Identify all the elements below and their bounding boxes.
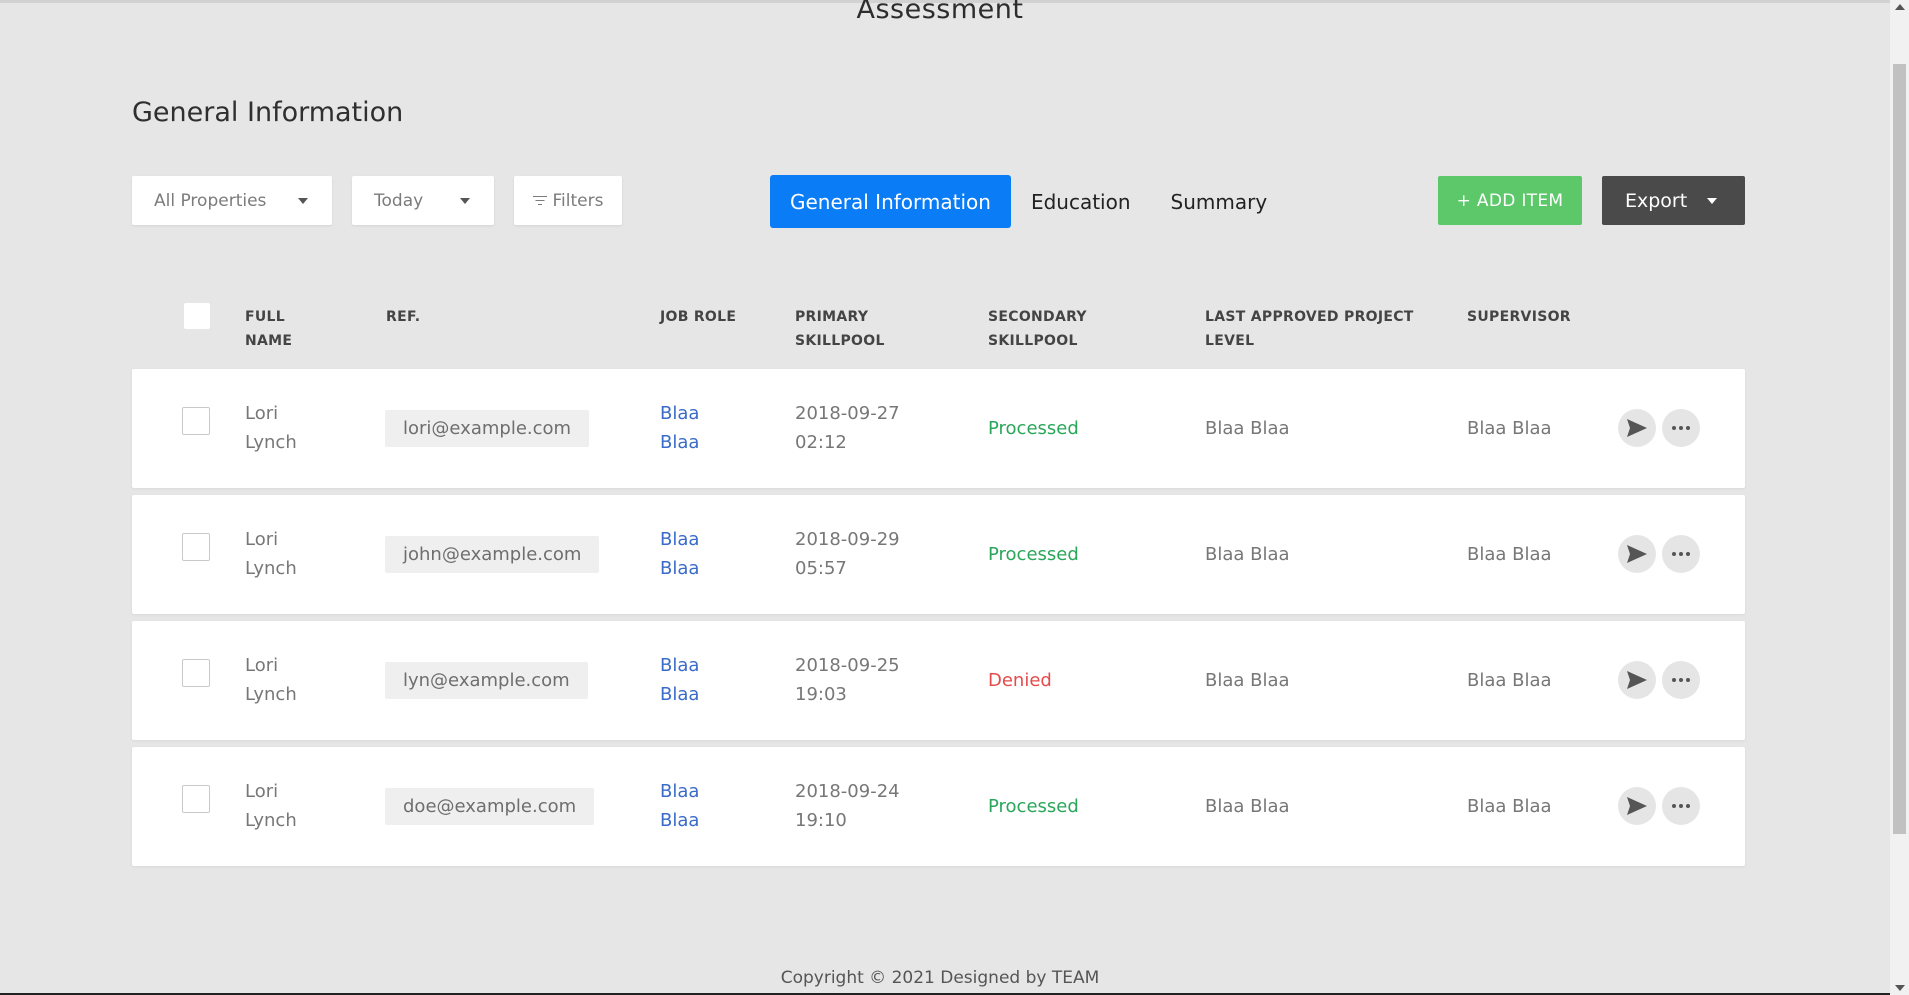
more-options-button[interactable] [1662, 787, 1700, 825]
job-role-cell[interactable]: Blaa Blaa [660, 777, 699, 835]
column-header-last-approved-level: LAST APPROVED PROJECT LEVEL [1205, 309, 1414, 349]
email-chip: lyn@example.com [385, 662, 588, 699]
row-checkbox[interactable] [182, 533, 210, 561]
table-row: Lori Lynch lori@example.com Blaa Blaa 2018… [132, 369, 1745, 488]
row-checkbox[interactable] [182, 785, 210, 813]
primary-skillpool-cell: 2018-09-29 05:57 [795, 529, 900, 579]
caret-down-icon [1707, 198, 1717, 204]
full-name-cell: Lori Lynch [245, 781, 297, 831]
more-icon [1672, 552, 1690, 556]
status-badge: Processed [988, 544, 1079, 565]
job-role-cell[interactable]: Blaa Blaa [660, 399, 699, 457]
full-name-cell: Lori Lynch [245, 655, 297, 705]
properties-dropdown-value: All Properties [154, 190, 267, 211]
send-button[interactable] [1618, 409, 1656, 447]
column-header-ref: REF. [386, 309, 421, 325]
column-header-full-name: FULL NAME [245, 309, 293, 349]
job-role-cell[interactable]: Blaa Blaa [660, 525, 699, 583]
send-button[interactable] [1618, 661, 1656, 699]
page-title: Assessment [856, 0, 1024, 25]
last-level-cell: Blaa Blaa [1205, 544, 1290, 565]
supervisor-cell: Blaa Blaa [1467, 418, 1552, 439]
column-header-job-role: JOB ROLE [660, 309, 737, 325]
more-icon [1672, 804, 1690, 808]
select-all-checkbox[interactable] [184, 303, 210, 329]
filters-button[interactable]: Filters [514, 176, 622, 225]
table-row: Lori Lynch john@example.com Blaa Blaa 2018… [132, 495, 1745, 614]
tab-bar: General Information Education Summary [770, 175, 1287, 228]
column-header-secondary-skillpool: SECONDARY SKILLPOOL [988, 309, 1087, 349]
send-icon [1627, 545, 1647, 563]
caret-down-icon [460, 198, 470, 204]
tab-education[interactable]: Education [1011, 175, 1151, 228]
export-label: Export [1625, 189, 1688, 212]
full-name-cell: Lori Lynch [245, 403, 297, 453]
caret-down-icon [298, 198, 308, 204]
more-options-button[interactable] [1662, 535, 1700, 573]
send-button[interactable] [1618, 535, 1656, 573]
supervisor-cell: Blaa Blaa [1467, 670, 1552, 691]
tab-general-information[interactable]: General Information [770, 175, 1011, 228]
status-badge: Processed [988, 418, 1079, 439]
send-icon [1627, 671, 1647, 689]
send-button[interactable] [1618, 787, 1656, 825]
last-level-cell: Blaa Blaa [1205, 418, 1290, 439]
send-icon [1627, 797, 1647, 815]
email-chip: john@example.com [385, 536, 600, 573]
status-badge: Processed [988, 796, 1079, 817]
date-dropdown[interactable]: Today [352, 176, 494, 225]
job-role-cell[interactable]: Blaa Blaa [660, 651, 699, 709]
primary-skillpool-cell: 2018-09-25 19:03 [795, 655, 900, 705]
row-checkbox[interactable] [182, 407, 210, 435]
table-header: FULL NAME REF. JOB ROLE PRIMARY SKILLPOOL … [132, 298, 1745, 358]
more-icon [1672, 678, 1690, 682]
add-item-button[interactable]: + ADD ITEM [1438, 176, 1582, 225]
tab-summary[interactable]: Summary [1151, 175, 1288, 228]
last-level-cell: Blaa Blaa [1205, 670, 1290, 691]
primary-skillpool-cell: 2018-09-27 02:12 [795, 403, 900, 453]
table-body: Lori Lynch lori@example.com Blaa Blaa 2018… [132, 369, 1745, 873]
email-chip: doe@example.com [385, 788, 595, 825]
table-row: Lori Lynch lyn@example.com Blaa Blaa 2018-… [132, 621, 1745, 740]
more-options-button[interactable] [1662, 409, 1700, 447]
section-title: General Information [132, 97, 404, 128]
more-icon [1672, 426, 1690, 430]
full-name-cell: Lori Lynch [245, 529, 297, 579]
scroll-up-arrow-icon[interactable] [1895, 4, 1905, 10]
row-checkbox[interactable] [182, 659, 210, 687]
supervisor-cell: Blaa Blaa [1467, 796, 1552, 817]
column-header-supervisor: SUPERVISOR [1467, 309, 1571, 325]
last-level-cell: Blaa Blaa [1205, 796, 1290, 817]
scrollbar-thumb[interactable] [1893, 64, 1906, 834]
supervisor-cell: Blaa Blaa [1467, 544, 1552, 565]
export-button[interactable]: Export [1602, 176, 1745, 225]
primary-skillpool-cell: 2018-09-24 19:10 [795, 781, 900, 831]
table-row: Lori Lynch doe@example.com Blaa Blaa 2018-… [132, 747, 1745, 866]
send-icon [1627, 419, 1647, 437]
more-options-button[interactable] [1662, 661, 1700, 699]
email-chip: lori@example.com [385, 410, 590, 447]
scroll-down-arrow-icon[interactable] [1895, 985, 1905, 991]
properties-dropdown[interactable]: All Properties [132, 176, 332, 225]
filters-label: Filters [552, 190, 604, 211]
date-dropdown-value: Today [374, 190, 424, 211]
filter-icon [532, 195, 547, 206]
footer-copyright: Copyright © 2021 Designed by TEAM [780, 968, 1100, 988]
status-badge: Denied [988, 670, 1052, 691]
vertical-scrollbar[interactable] [1890, 0, 1909, 995]
column-header-primary-skillpool: PRIMARY SKILLPOOL [795, 309, 885, 349]
